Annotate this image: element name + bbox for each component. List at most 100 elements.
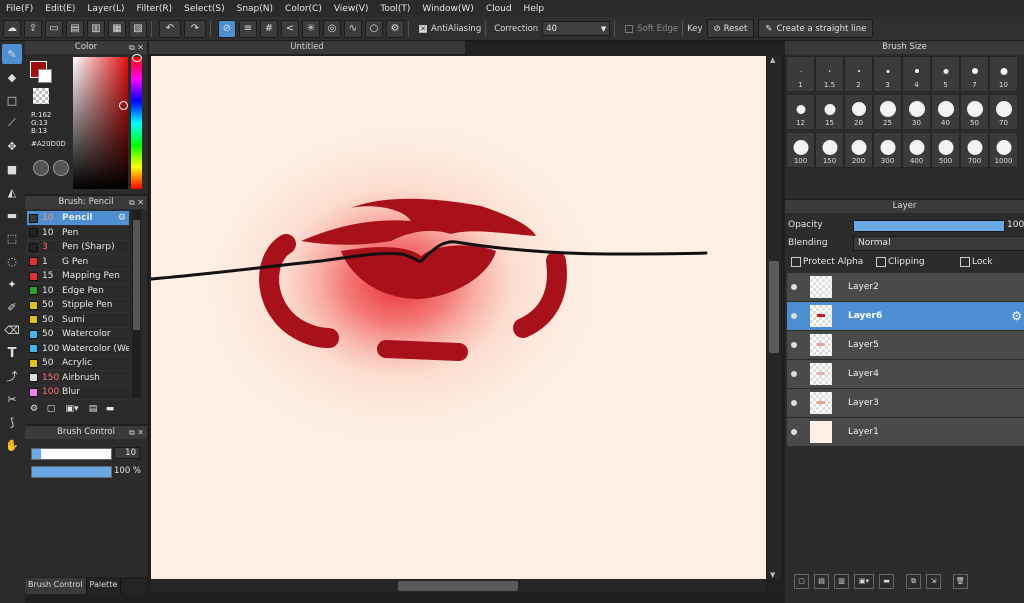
brush-item[interactable]: 10 Pencil ⚙ xyxy=(27,211,129,226)
panel-close-icon[interactable]: ⧉ ✕ xyxy=(129,41,144,54)
brush-tool-icon[interactable]: ✎ xyxy=(2,44,22,64)
brush-item[interactable]: 3 Pen (Sharp) xyxy=(27,240,129,255)
brush-settings-icon[interactable]: ⚙ xyxy=(27,402,41,416)
color-wheel-icon[interactable] xyxy=(33,160,49,176)
brush-size-cell[interactable]: 1000 xyxy=(989,132,1018,168)
layer-row[interactable]: Layer1 xyxy=(787,418,1024,447)
operation-tool-icon[interactable]: ⤴ xyxy=(2,366,22,386)
gradient-tool-icon[interactable]: ▬ xyxy=(2,205,22,225)
snap-circle-icon[interactable]: ○ xyxy=(365,19,383,38)
tab-brush-control[interactable]: Brush Control xyxy=(25,578,87,594)
menu-filter[interactable]: Filter(R) xyxy=(131,4,179,14)
visibility-icon[interactable] xyxy=(791,284,797,290)
create-straight-line-button[interactable]: ✎ Create a straight line xyxy=(758,19,874,38)
tab-palette[interactable]: Palette xyxy=(87,578,122,594)
brush-item[interactable]: 50 Watercolor xyxy=(27,327,129,342)
menu-edit[interactable]: Edit(E) xyxy=(39,4,81,14)
lock-checkbox[interactable] xyxy=(960,257,970,267)
chat-icon[interactable]: ▤ xyxy=(66,19,84,38)
color-picker-cursor[interactable] xyxy=(119,101,128,110)
menu-layer[interactable]: Layer(L) xyxy=(81,4,130,14)
bucket-tool-icon[interactable]: ◭ xyxy=(2,182,22,202)
menu-cloud[interactable]: Cloud xyxy=(480,4,518,14)
comment-icon[interactable]: ▭ xyxy=(45,19,63,38)
brush-size-cell[interactable]: 1.5 xyxy=(815,56,844,92)
background-color-swatch[interactable] xyxy=(38,69,52,83)
gear-icon[interactable]: ⚙ xyxy=(1011,309,1022,323)
correction-select[interactable]: 40 ▼ xyxy=(542,21,611,36)
brush-size-cell[interactable]: 5 xyxy=(931,56,960,92)
brush-size-cell[interactable]: 70 xyxy=(989,94,1018,130)
panel-close-icon[interactable]: ⧉ ✕ xyxy=(129,196,144,209)
brush-size-cell[interactable]: 3 xyxy=(873,56,902,92)
drawing-canvas[interactable] xyxy=(149,56,766,579)
layer-opacity-slider[interactable] xyxy=(853,220,1005,232)
snap-curve-icon[interactable]: ∿ xyxy=(344,19,362,38)
select-eraser-icon[interactable]: ⌫ xyxy=(2,320,22,340)
color-palette-icon[interactable] xyxy=(53,160,69,176)
menu-select[interactable]: Select(S) xyxy=(178,4,231,14)
brush-item[interactable]: 100Watercolor (Wet) xyxy=(27,342,129,357)
brush-size-cell[interactable]: 200 xyxy=(844,132,873,168)
blending-select[interactable]: Normal xyxy=(853,236,1024,251)
new-folder-icon[interactable]: ▬ xyxy=(879,573,894,589)
visibility-icon[interactable] xyxy=(791,400,797,406)
scrollbar-thumb[interactable] xyxy=(133,220,140,330)
brush-size-cell[interactable]: 150 xyxy=(815,132,844,168)
reset-button[interactable]: ⊘ Reset xyxy=(706,19,755,38)
brush-item[interactable]: 50 Stipple Pen xyxy=(27,298,129,313)
vertical-scrollbar[interactable]: ▲ ▼ xyxy=(767,56,781,579)
eraser-tool-icon[interactable]: ◆ xyxy=(2,67,22,87)
share-icon[interactable]: ⇪ xyxy=(24,19,42,38)
layer-row[interactable]: Layer6 ⚙ xyxy=(787,302,1024,331)
select-tool-icon[interactable]: ⬚ xyxy=(2,228,22,248)
brush-size-cell[interactable]: 2 xyxy=(844,56,873,92)
gear-icon[interactable]: ⚙ xyxy=(118,213,126,223)
layer-row[interactable]: Layer5 xyxy=(787,331,1024,360)
scroll-up-icon[interactable]: ▲ xyxy=(770,56,775,64)
layer-row[interactable]: Layer2 xyxy=(787,273,1024,302)
undo-icon[interactable]: ↶ xyxy=(159,19,181,38)
brush-opacity-slider[interactable] xyxy=(31,466,112,478)
brush-size-cell[interactable]: 100 xyxy=(786,132,815,168)
menu-tool[interactable]: Tool(T) xyxy=(374,4,416,14)
snap-perspective-icon[interactable]: < xyxy=(281,19,299,38)
brush-copy-icon[interactable]: ▤ xyxy=(86,402,100,416)
select-pen-icon[interactable]: ✐ xyxy=(2,297,22,317)
visibility-icon[interactable] xyxy=(791,429,797,435)
brush-size-cell[interactable]: 700 xyxy=(960,132,989,168)
snap-concentric-icon[interactable]: ◎ xyxy=(323,19,341,38)
brush-size-cell[interactable]: 20 xyxy=(844,94,873,130)
cloud-icon[interactable]: ☁ xyxy=(3,19,21,38)
brush-size-cell[interactable]: 7 xyxy=(960,56,989,92)
new-layer-icon[interactable]: ▢ xyxy=(794,573,809,589)
menu-snap[interactable]: Snap(N) xyxy=(231,4,279,14)
line-tool-icon[interactable]: ⟋ xyxy=(2,113,22,133)
brush-size-cell[interactable]: 40 xyxy=(931,94,960,130)
duplicate-layer-icon[interactable]: ⧉ xyxy=(906,573,921,589)
redo-icon[interactable]: ↷ xyxy=(184,19,206,38)
merge-layer-icon[interactable]: ⇲ xyxy=(926,573,941,589)
snap-radial-icon[interactable]: ✳ xyxy=(302,19,320,38)
brush-size-cell[interactable]: 400 xyxy=(902,132,931,168)
scroll-down-icon[interactable]: ▼ xyxy=(770,571,775,579)
rectangle-fill-icon[interactable]: ■ xyxy=(2,159,22,179)
hue-slider[interactable] xyxy=(131,57,142,189)
layers-icon[interactable]: ▧ xyxy=(129,19,147,38)
new-halftone-layer-icon[interactable]: ▤ xyxy=(814,573,829,589)
snap-settings-icon[interactable]: ⚙ xyxy=(386,19,404,38)
brush-item[interactable]: 10 Edge Pen xyxy=(27,284,129,299)
brush-size-cell[interactable]: 12 xyxy=(786,94,815,130)
antialiasing-checkbox[interactable]: ✕ xyxy=(419,24,427,33)
add-layer-menu-icon[interactable]: ▣▾ xyxy=(854,573,874,589)
brush-item[interactable]: 150 Airbrush xyxy=(27,371,129,386)
menu-help[interactable]: Help xyxy=(518,4,551,14)
brush-size-cell[interactable]: 500 xyxy=(931,132,960,168)
brush-item[interactable]: 50 Sumi xyxy=(27,313,129,328)
eyedropper-icon[interactable]: ⟆ xyxy=(2,412,22,432)
brush-item[interactable]: 1 G Pen xyxy=(27,255,129,270)
divide-tool-icon[interactable]: ✂ xyxy=(2,389,22,409)
brush-size-slider[interactable] xyxy=(31,448,112,460)
menu-file[interactable]: File(F) xyxy=(0,4,39,14)
horizontal-scrollbar-thumb[interactable] xyxy=(398,581,518,591)
